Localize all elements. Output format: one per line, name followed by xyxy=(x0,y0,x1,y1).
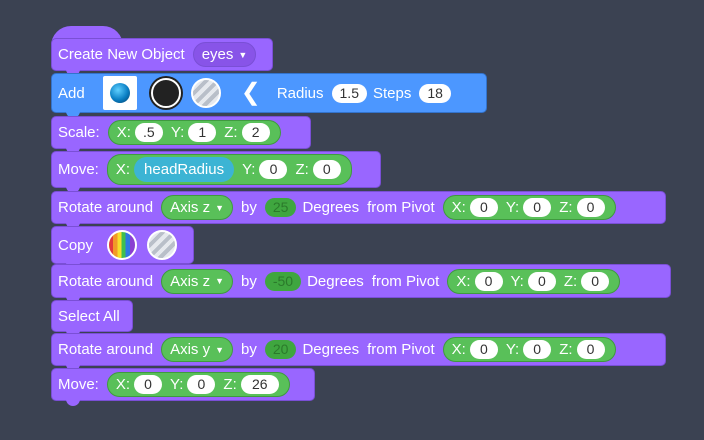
scale-xyz-group: X: .5 Y: 1 Z: 2 xyxy=(107,120,281,145)
radius-label: Radius xyxy=(276,84,324,102)
by-label: by xyxy=(241,199,257,216)
degrees-label: Degrees xyxy=(302,341,360,358)
by-label: by xyxy=(241,272,257,290)
pivot-x-input[interactable]: 0 xyxy=(474,271,503,291)
rotate-block[interactable]: Rotate around Axis z ▼ by -50 Degrees fro… xyxy=(51,264,671,303)
select-all-block[interactable]: Select All xyxy=(51,300,133,337)
move-block[interactable]: Move: X: 0 Y: 0 Z: 26 xyxy=(51,368,315,406)
move-label: Move: xyxy=(58,161,99,178)
move-x-input[interactable]: 0 xyxy=(134,375,163,394)
move-xyz-group: X: 0 Y: 0 Z: 26 xyxy=(106,372,290,397)
move-block[interactable]: Move: X: headRadius Y: 0 Z: 0 xyxy=(51,151,381,193)
add-label: Add xyxy=(58,84,85,102)
degrees-input[interactable]: -50 xyxy=(264,271,302,291)
scale-x-input[interactable]: .5 xyxy=(134,123,163,142)
axis-value: Axis z xyxy=(170,199,211,216)
scale-block[interactable]: Scale: X: .5 Y: 1 Z: 2 xyxy=(51,116,311,154)
y-label: Y: xyxy=(505,341,520,358)
steps-label: Steps xyxy=(372,84,412,102)
y-label: Y: xyxy=(170,376,184,393)
z-label: Z: xyxy=(559,341,573,358)
create-object-block[interactable]: Create New Object eyes ▼ xyxy=(51,38,273,76)
texture-swatch[interactable] xyxy=(147,230,178,260)
pivot-y-input[interactable]: 0 xyxy=(527,271,556,291)
z-label: Z: xyxy=(223,376,237,393)
degrees-input[interactable]: 25 xyxy=(264,198,297,217)
chevron-left-icon[interactable]: ❮ xyxy=(241,81,261,105)
rotate-label: Rotate around xyxy=(58,341,154,358)
axis-value: Axis z xyxy=(170,272,211,290)
texture-swatch[interactable] xyxy=(190,78,221,108)
steps-input[interactable]: 18 xyxy=(419,83,451,103)
move-y-input[interactable]: 0 xyxy=(187,375,216,394)
degrees-input[interactable]: 20 xyxy=(264,340,297,359)
pivot-label: from Pivot xyxy=(371,272,440,290)
x-label: X: xyxy=(451,341,466,358)
copy-block[interactable]: Copy xyxy=(51,226,194,269)
x-label: X: xyxy=(451,199,466,216)
x-label: X: xyxy=(115,161,131,178)
pivot-y-input[interactable]: 0 xyxy=(523,198,552,217)
sphere-icon xyxy=(109,83,130,103)
z-label: Z: xyxy=(224,124,238,141)
object-name-dropdown[interactable]: eyes ▼ xyxy=(192,42,257,67)
degrees-label: Degrees xyxy=(307,272,364,290)
scale-label: Scale: xyxy=(58,124,100,141)
color-black-swatch[interactable] xyxy=(150,78,181,108)
axis-value: Axis y xyxy=(170,341,211,358)
move-y-input[interactable]: 0 xyxy=(259,160,288,179)
pivot-z-input[interactable]: 0 xyxy=(581,271,610,291)
pivot-z-input[interactable]: 0 xyxy=(576,340,605,359)
rainbow-color-swatch[interactable] xyxy=(107,230,138,260)
scale-z-input[interactable]: 2 xyxy=(241,123,270,142)
caret-down-icon: ▼ xyxy=(215,344,225,355)
z-label: Z: xyxy=(295,161,309,178)
pivot-y-input[interactable]: 0 xyxy=(523,340,552,359)
x-label: X: xyxy=(116,124,131,141)
z-label: Z: xyxy=(563,272,578,290)
z-label: Z: xyxy=(559,199,573,216)
y-label: Y: xyxy=(510,272,524,290)
axis-dropdown[interactable]: Axis z ▼ xyxy=(161,268,234,294)
y-label: Y: xyxy=(170,124,185,141)
y-label: Y: xyxy=(505,199,520,216)
move-label: Move: xyxy=(58,376,99,393)
y-label: Y: xyxy=(242,161,256,178)
rotate-label: Rotate around xyxy=(58,199,154,216)
pivot-z-input[interactable]: 0 xyxy=(576,198,605,217)
shape-preview[interactable] xyxy=(102,76,137,110)
pivot-x-input[interactable]: 0 xyxy=(469,198,498,217)
caret-down-icon: ▼ xyxy=(215,276,225,286)
move-z-input[interactable]: 26 xyxy=(240,375,279,394)
head-radius-reporter[interactable]: headRadius xyxy=(134,157,235,182)
caret-down-icon: ▼ xyxy=(238,49,248,60)
radius-input[interactable]: 1.5 xyxy=(331,83,367,103)
x-label: X: xyxy=(115,376,131,393)
degrees-label: Degrees xyxy=(302,199,360,216)
pivot-xyz-group: X: 0 Y: 0 Z: 0 xyxy=(447,268,621,294)
object-name-value: eyes xyxy=(201,46,234,63)
x-label: X: xyxy=(456,272,471,290)
caret-down-icon: ▼ xyxy=(215,202,225,213)
rotate-block[interactable]: Rotate around Axis y ▼ by 20 Degrees from… xyxy=(51,333,666,371)
select-all-label: Select All xyxy=(58,307,120,325)
block-notch xyxy=(66,398,80,406)
rotate-block[interactable]: Rotate around Axis z ▼ by 25 Degrees from… xyxy=(51,191,666,229)
by-label: by xyxy=(241,341,257,358)
copy-label: Copy xyxy=(58,236,94,254)
pivot-label: from Pivot xyxy=(367,199,435,216)
create-object-label: Create New Object xyxy=(58,46,185,63)
pivot-label: from Pivot xyxy=(367,341,435,358)
scale-y-input[interactable]: 1 xyxy=(188,123,217,142)
axis-dropdown[interactable]: Axis z ▼ xyxy=(161,195,234,220)
add-shape-block[interactable]: Add ❮ Radius 1.5 Steps 18 xyxy=(51,73,487,118)
rotate-label: Rotate around xyxy=(58,272,154,290)
move-xyz-group: X: headRadius Y: 0 Z: 0 xyxy=(106,154,352,185)
pivot-xyz-group: X: 0 Y: 0 Z: 0 xyxy=(442,195,616,220)
move-z-input[interactable]: 0 xyxy=(312,160,341,179)
axis-dropdown[interactable]: Axis y ▼ xyxy=(161,337,234,362)
pivot-xyz-group: X: 0 Y: 0 Z: 0 xyxy=(442,337,616,362)
pivot-x-input[interactable]: 0 xyxy=(469,340,498,359)
